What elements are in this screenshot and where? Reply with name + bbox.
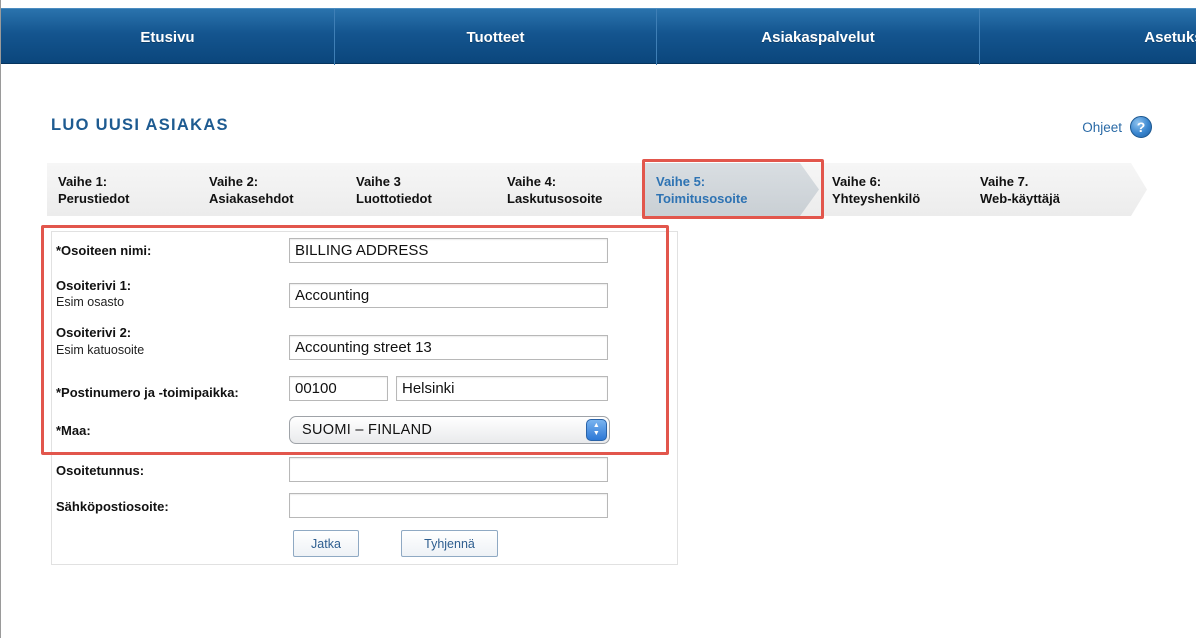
app-window: Etusivu Tuotteet Asiakaspalvelut Asetuks… bbox=[0, 0, 1196, 638]
address-line1-input[interactable] bbox=[289, 283, 608, 308]
country-select[interactable]: SUOMI – FINLAND ▲ ▼ bbox=[289, 416, 610, 444]
step-label: Web-käyttäjä bbox=[980, 191, 1060, 206]
page-title: LUO UUSI ASIAKAS bbox=[51, 116, 229, 134]
step-label: Asiakasehdot bbox=[209, 191, 294, 206]
email-label: Sähköpostiosoite: bbox=[56, 499, 169, 514]
step-2[interactable]: Vaihe 2: Asiakasehdot bbox=[209, 173, 294, 207]
nav-item-asiakaspalvelut[interactable]: Asiakaspalvelut bbox=[657, 9, 980, 65]
step-7[interactable]: Vaihe 7. Web-käyttäjä bbox=[980, 173, 1060, 207]
step-number: Vaihe 3 bbox=[356, 174, 401, 189]
postal-code-input[interactable] bbox=[289, 376, 388, 401]
nav-item-asetukset[interactable]: Asetukse bbox=[980, 9, 1196, 65]
nav-item-tuotteet[interactable]: Tuotteet bbox=[335, 9, 657, 65]
address-name-input[interactable] bbox=[289, 238, 608, 263]
address-id-input[interactable] bbox=[289, 457, 608, 482]
step-label: Yhteyshenkilö bbox=[832, 191, 921, 206]
step-label: Perustiedot bbox=[58, 191, 130, 206]
help-label: Ohjeet bbox=[1082, 119, 1122, 135]
step-3[interactable]: Vaihe 3 Luottotiedot bbox=[356, 173, 432, 207]
step-number: Vaihe 6: bbox=[832, 174, 882, 189]
continue-button[interactable]: Jatka bbox=[293, 530, 359, 557]
email-input[interactable] bbox=[289, 493, 608, 518]
address-line1-label: Osoiterivi 1: bbox=[56, 278, 132, 293]
postal-label: *Postinumero ja -toimipaikka: bbox=[56, 385, 239, 400]
step-label: Toimitusosoite bbox=[656, 191, 748, 206]
step-number: Vaihe 2: bbox=[209, 174, 259, 189]
step-number: Vaihe 4: bbox=[507, 174, 557, 189]
address-line1-hint: Esim osasto bbox=[56, 295, 125, 309]
country-selected-value: SUOMI – FINLAND bbox=[302, 422, 433, 438]
city-input[interactable] bbox=[396, 376, 608, 401]
nav-label: Asetukse bbox=[1144, 28, 1196, 46]
wizard-steps: Vaihe 1: Perustiedot Vaihe 2: Asiakasehd… bbox=[47, 163, 1147, 216]
clear-button[interactable]: Tyhjennä bbox=[401, 530, 498, 557]
nav-label: Etusivu bbox=[140, 28, 195, 46]
help-link[interactable]: Ohjeet ? bbox=[1082, 116, 1152, 138]
address-line2-label: Osoiterivi 2: bbox=[56, 325, 132, 340]
nav-label: Tuotteet bbox=[466, 28, 525, 46]
nav-label: Asiakaspalvelut bbox=[761, 28, 875, 46]
step-number: Vaihe 7. bbox=[980, 174, 1029, 189]
address-line2-input[interactable] bbox=[289, 335, 608, 360]
top-navigation: Etusivu Tuotteet Asiakaspalvelut Asetuks… bbox=[1, 8, 1196, 65]
help-question-icon[interactable]: ? bbox=[1130, 116, 1152, 138]
select-updown-arrows-icon: ▲ ▼ bbox=[586, 419, 607, 441]
step-label: Laskutusosoite bbox=[507, 191, 603, 206]
step-5-active[interactable]: Vaihe 5: Toimitusosoite bbox=[656, 173, 747, 207]
step-number: Vaihe 1: bbox=[58, 174, 108, 189]
step-label: Luottotiedot bbox=[356, 191, 432, 206]
address-name-label: *Osoiteen nimi: bbox=[56, 243, 152, 258]
step-6[interactable]: Vaihe 6: Yhteyshenkilö bbox=[832, 173, 920, 207]
step-1[interactable]: Vaihe 1: Perustiedot bbox=[58, 173, 130, 207]
country-label: *Maa: bbox=[56, 423, 91, 438]
address-id-label: Osoitetunnus: bbox=[56, 463, 145, 478]
step-number: Vaihe 5: bbox=[656, 174, 706, 189]
nav-item-etusivu[interactable]: Etusivu bbox=[1, 9, 335, 65]
address-line2-hint: Esim katuosoite bbox=[56, 343, 145, 357]
step-4[interactable]: Vaihe 4: Laskutusosoite bbox=[507, 173, 602, 207]
